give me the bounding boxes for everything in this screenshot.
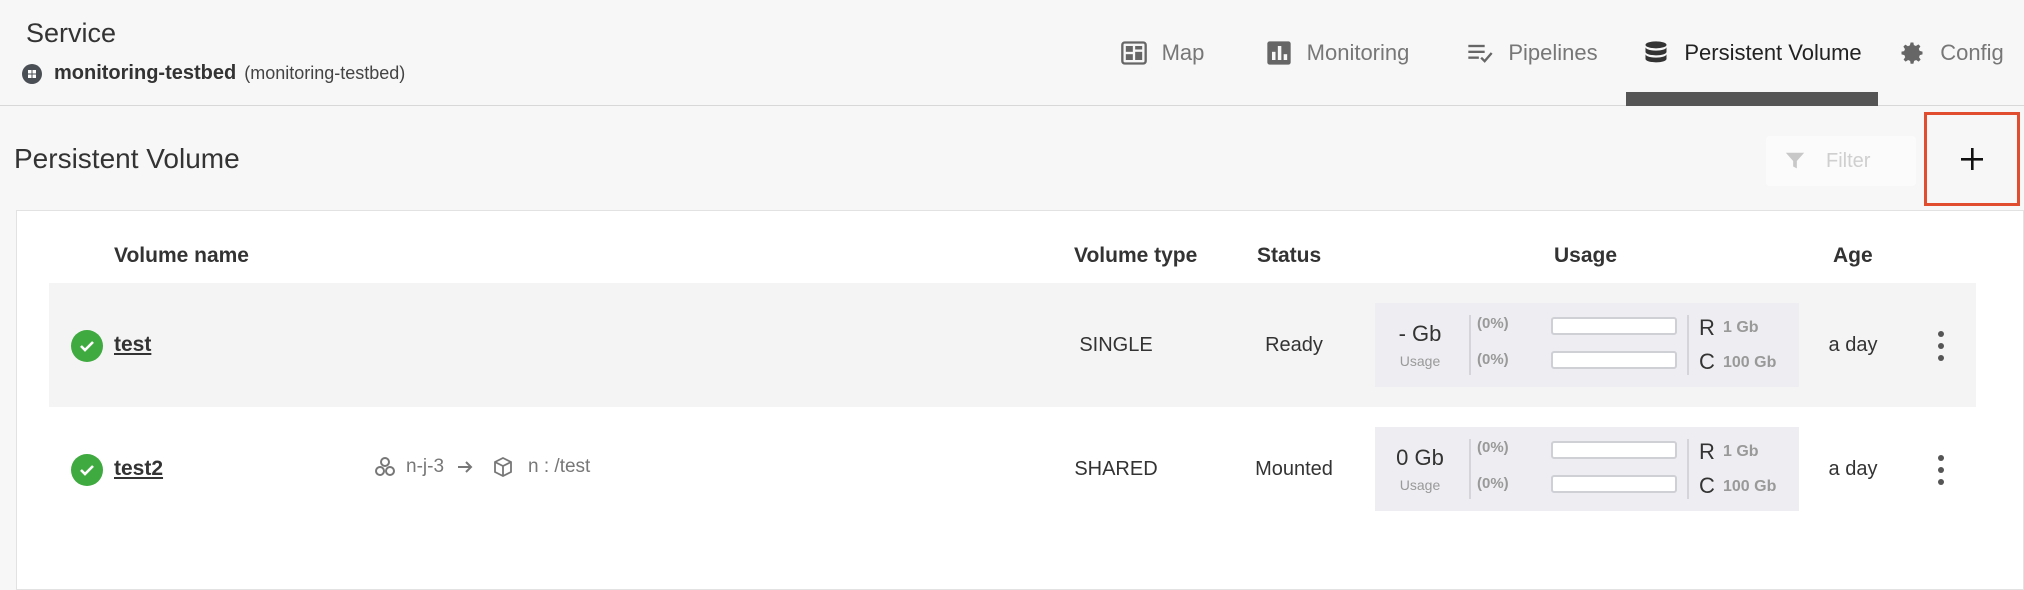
mount-target: n : /test xyxy=(528,456,591,477)
usage-label: Usage xyxy=(1399,477,1441,493)
divider xyxy=(1469,315,1471,375)
tab-config-label: Config xyxy=(1940,40,2004,65)
col-header-status: Status xyxy=(1257,244,1322,267)
volume-age: a day xyxy=(1828,334,1878,356)
tab-config[interactable]: Config xyxy=(1878,0,2024,106)
request-label: R xyxy=(1699,315,1715,340)
plus-icon xyxy=(1961,148,1983,170)
volume-age: a day xyxy=(1828,458,1878,480)
more-options-icon[interactable] xyxy=(1935,331,1947,361)
request-value: 1 Gb xyxy=(1723,319,1759,336)
check-circle-icon xyxy=(71,454,103,486)
capacity-bar xyxy=(1551,351,1677,369)
table-row[interactable]: test SINGLE Ready - Gb Usage (0%) (0%) R… xyxy=(49,283,1976,409)
tab-persistent-volume-label: Persistent Volume xyxy=(1684,40,1862,65)
check-circle-icon xyxy=(71,330,103,362)
capacity-label: C xyxy=(1699,349,1715,374)
filter-icon xyxy=(1785,152,1805,169)
request-bar xyxy=(1551,317,1677,335)
app-header: Service monitoring-testbed (monitoring-t… xyxy=(0,0,2024,106)
tab-monitoring[interactable]: Monitoring xyxy=(1236,0,1438,106)
nav-tabs: Map Monitoring Pipelines Persistent Volu… xyxy=(1088,0,2024,106)
service-title: Service xyxy=(26,18,117,48)
service-namespace: monitoring-testbed (monitoring-testbed) xyxy=(22,62,405,85)
gear-icon xyxy=(1901,42,1923,64)
volume-name-link[interactable]: test xyxy=(114,333,151,357)
capacity-label: C xyxy=(1699,473,1715,498)
volume-name-link[interactable]: test2 xyxy=(114,457,163,481)
tab-monitoring-label: Monitoring xyxy=(1306,40,1410,65)
namespace-icon xyxy=(22,63,42,84)
request-value: 1 Gb xyxy=(1723,443,1759,460)
usage-panel: 0 Gb Usage (0%) (0%) R 1 Gb C 100 Gb xyxy=(1375,427,1799,511)
capacity-value: 100 Gb xyxy=(1723,478,1777,495)
mount-source: n-j-3 xyxy=(406,456,445,477)
database-icon xyxy=(1645,41,1667,63)
table-row[interactable]: test2 n-j-3 n : /test SHARED Mounted 0 G… xyxy=(49,407,1976,533)
mount-info: n-j-3 n : /test xyxy=(374,456,590,478)
arrow-right-icon xyxy=(458,461,473,473)
capacity-percent: (0%) xyxy=(1477,475,1509,492)
request-label: R xyxy=(1699,439,1715,464)
volume-type: SINGLE xyxy=(1079,334,1153,356)
capacity-value: 100 Gb xyxy=(1723,354,1777,371)
service-name: monitoring-testbed xyxy=(54,62,237,84)
volume-status: Ready xyxy=(1265,334,1323,356)
service-name-secondary: (monitoring-testbed) xyxy=(244,63,406,83)
request-percent: (0%) xyxy=(1477,439,1509,456)
capacity-percent: (0%) xyxy=(1477,351,1509,368)
nodes-icon xyxy=(375,457,395,476)
usage-value: - Gb xyxy=(1398,321,1442,346)
tab-pipelines[interactable]: Pipelines xyxy=(1438,0,1626,106)
filter-field[interactable] xyxy=(1766,136,1916,186)
volume-status: Mounted xyxy=(1255,458,1333,480)
divider xyxy=(1687,315,1689,375)
col-header-volume-type: Volume type xyxy=(1074,244,1198,267)
more-options-icon[interactable] xyxy=(1935,455,1947,485)
request-bar xyxy=(1551,441,1677,459)
page-title: Persistent Volume xyxy=(14,143,240,174)
col-header-age: Age xyxy=(1833,244,1873,267)
bar-chart-icon xyxy=(1266,41,1291,65)
tab-map[interactable]: Map xyxy=(1088,0,1236,106)
divider xyxy=(1687,439,1689,499)
tab-persistent-volume[interactable]: Persistent Volume xyxy=(1626,0,1878,106)
usage-label: Usage xyxy=(1399,353,1441,369)
container-icon xyxy=(494,456,512,478)
capacity-bar xyxy=(1551,475,1677,493)
col-header-usage: Usage xyxy=(1554,244,1618,267)
tab-pipelines-label: Pipelines xyxy=(1508,40,1598,65)
pipelines-icon xyxy=(1468,44,1493,63)
volume-type: SHARED xyxy=(1074,458,1158,480)
add-volume-button[interactable] xyxy=(1924,112,2020,206)
divider xyxy=(1469,439,1471,499)
tab-map-label: Map xyxy=(1161,40,1205,65)
request-percent: (0%) xyxy=(1477,315,1509,332)
filter-input[interactable] xyxy=(1826,149,1916,173)
usage-panel: - Gb Usage (0%) (0%) R 1 Gb C 100 Gb xyxy=(1375,303,1799,387)
map-icon xyxy=(1120,41,1147,65)
col-header-volume-name: Volume name xyxy=(114,244,249,267)
usage-value: 0 Gb xyxy=(1396,445,1444,470)
